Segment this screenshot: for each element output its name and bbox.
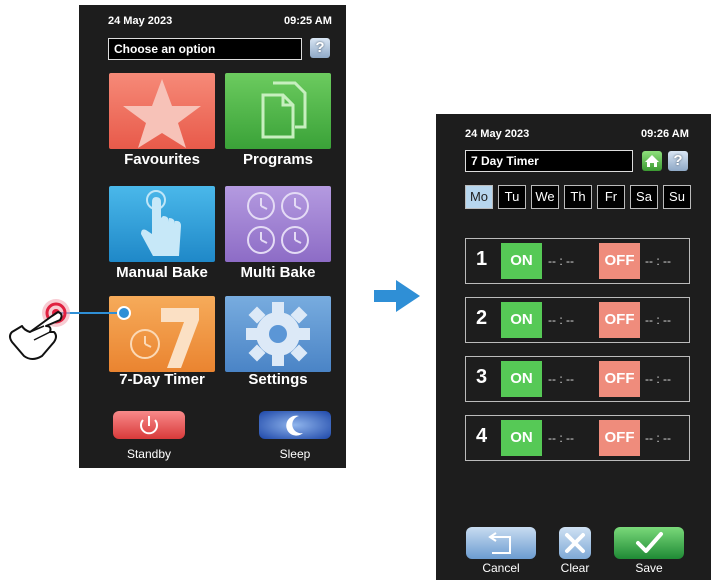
date-label: 24 May 2023 bbox=[465, 128, 530, 140]
on-button[interactable]: ON bbox=[501, 361, 542, 397]
day-button-we[interactable]: We bbox=[531, 185, 559, 209]
gear-icon bbox=[246, 302, 310, 366]
off-time[interactable]: -- : -- bbox=[645, 372, 671, 386]
standby-button[interactable] bbox=[113, 411, 185, 439]
moon-icon bbox=[286, 415, 303, 436]
home-icon bbox=[645, 155, 659, 167]
standby-label: Standby bbox=[126, 447, 172, 461]
on-time[interactable]: -- : -- bbox=[548, 313, 574, 327]
manual-bake-tile[interactable] bbox=[109, 186, 215, 262]
day-button-fr[interactable]: Fr bbox=[597, 185, 625, 209]
timer-number: 4 bbox=[476, 425, 488, 447]
on-button[interactable]: ON bbox=[501, 243, 542, 279]
checkmark-icon bbox=[636, 532, 663, 553]
save-label: Save bbox=[635, 561, 663, 575]
seven-day-timer-screen: 24 May 2023 09:26 AM 7 Day Timer ? Mo Tu… bbox=[436, 114, 711, 580]
sleep-label: Sleep bbox=[279, 447, 311, 461]
timer-number: 1 bbox=[476, 248, 488, 270]
favourites-tile[interactable] bbox=[109, 73, 215, 149]
off-button[interactable]: OFF bbox=[599, 420, 640, 456]
clocks-icon bbox=[247, 192, 309, 254]
day-button-su[interactable]: Su bbox=[663, 185, 691, 209]
clear-x-icon bbox=[565, 533, 585, 553]
power-icon bbox=[140, 416, 158, 435]
documents-icon bbox=[261, 81, 307, 139]
help-button[interactable]: ? bbox=[310, 38, 330, 58]
timer-number: 3 bbox=[476, 366, 488, 388]
clock-label: 09:26 AM bbox=[641, 128, 689, 140]
settings-label: Settings bbox=[248, 371, 308, 388]
day-button-th[interactable]: Th bbox=[564, 185, 592, 209]
day-button-sa[interactable]: Sa bbox=[630, 185, 658, 209]
off-time[interactable]: -- : -- bbox=[645, 254, 671, 268]
timer-row: 3 ON -- : -- OFF -- : -- bbox=[465, 356, 690, 402]
timer-row: 1 ON -- : -- OFF -- : -- bbox=[465, 238, 690, 284]
clear-label: Clear bbox=[560, 561, 590, 575]
screen-title: 7 Day Timer bbox=[465, 150, 633, 172]
multi-bake-label: Multi Bake bbox=[240, 264, 316, 281]
main-menu-screen: 24 May 2023 09:25 AM Choose an option ? … bbox=[79, 5, 346, 468]
clock-label: 09:25 AM bbox=[284, 15, 332, 27]
screen-title: Choose an option bbox=[108, 38, 302, 60]
on-button[interactable]: ON bbox=[501, 420, 542, 456]
cancel-button[interactable] bbox=[466, 527, 536, 559]
programs-label: Programs bbox=[242, 151, 314, 168]
on-button[interactable]: ON bbox=[501, 302, 542, 338]
off-button[interactable]: OFF bbox=[599, 302, 640, 338]
cancel-label: Cancel bbox=[482, 561, 520, 575]
manual-bake-label: Manual Bake bbox=[116, 264, 208, 281]
favourites-label: Favourites bbox=[124, 151, 200, 168]
date-label: 24 May 2023 bbox=[108, 15, 173, 27]
multi-bake-tile[interactable] bbox=[225, 186, 331, 262]
help-button[interactable]: ? bbox=[668, 151, 688, 171]
arrow-right-icon bbox=[374, 280, 420, 312]
timer-number: 2 bbox=[476, 307, 488, 329]
timer-row: 4 ON -- : -- OFF -- : -- bbox=[465, 415, 690, 461]
off-time[interactable]: -- : -- bbox=[645, 431, 671, 445]
off-button[interactable]: OFF bbox=[599, 361, 640, 397]
on-time[interactable]: -- : -- bbox=[548, 254, 574, 268]
home-button[interactable] bbox=[642, 151, 662, 171]
off-time[interactable]: -- : -- bbox=[645, 313, 671, 327]
on-time[interactable]: -- : -- bbox=[548, 431, 574, 445]
star-icon bbox=[123, 79, 201, 148]
finger-tap-pointer bbox=[9, 299, 131, 360]
day-button-tu[interactable]: Tu bbox=[498, 185, 526, 209]
sleep-button[interactable] bbox=[259, 411, 331, 439]
on-time[interactable]: -- : -- bbox=[548, 372, 574, 386]
clear-button[interactable] bbox=[559, 527, 591, 559]
save-button[interactable] bbox=[614, 527, 684, 559]
settings-tile[interactable] bbox=[225, 296, 331, 372]
seven-day-timer-label: 7-Day Timer bbox=[119, 371, 205, 388]
undo-icon bbox=[488, 532, 511, 554]
programs-tile[interactable] bbox=[225, 73, 331, 149]
hand-touch-icon bbox=[141, 190, 181, 256]
off-button[interactable]: OFF bbox=[599, 243, 640, 279]
timer-row: 2 ON -- : -- OFF -- : -- bbox=[465, 297, 690, 343]
day-selector: Mo Tu We Th Fr Sa Su bbox=[465, 185, 696, 209]
day-button-mo[interactable]: Mo bbox=[465, 185, 493, 209]
